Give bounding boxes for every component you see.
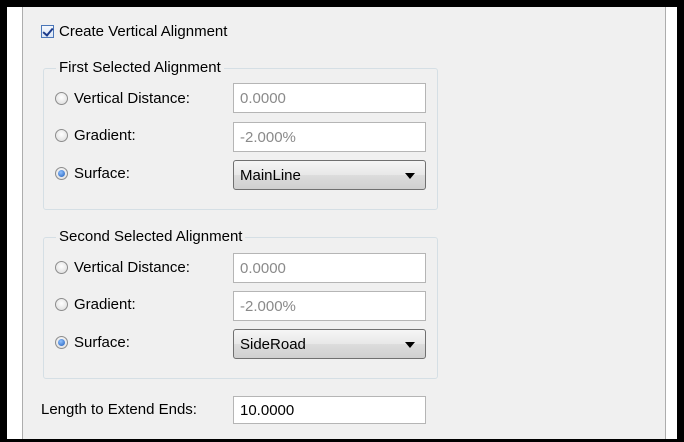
first-gradient-label: Gradient: [74, 127, 136, 144]
second-surface-label: Surface: [74, 334, 130, 351]
first-vertical-distance-label: Vertical Distance: [74, 90, 190, 107]
first-alignment-title: First Selected Alignment [56, 59, 224, 76]
second-surface-radio[interactable] [55, 336, 68, 349]
first-vertical-distance-field[interactable]: 0.0000 [233, 83, 426, 113]
create-vertical-alignment-checkbox[interactable] [41, 25, 54, 38]
second-gradient-field[interactable]: -2.000% [233, 291, 426, 321]
first-gradient-radio[interactable] [55, 129, 68, 142]
first-surface-value: MainLine [240, 167, 301, 184]
second-surface-option[interactable]: Surface: [55, 334, 130, 351]
second-surface-dropdown[interactable]: SideRoad [233, 329, 426, 359]
first-vertical-distance-option[interactable]: Vertical Distance: [55, 90, 190, 107]
first-gradient-option[interactable]: Gradient: [55, 127, 136, 144]
first-alignment-group: First Selected Alignment Vertical Distan… [43, 59, 438, 210]
first-surface-radio[interactable] [55, 167, 68, 180]
second-vertical-distance-option[interactable]: Vertical Distance: [55, 259, 190, 276]
first-gradient-field[interactable]: -2.000% [233, 122, 426, 152]
create-vertical-alignment-label: Create Vertical Alignment [59, 23, 228, 40]
first-surface-option[interactable]: Surface: [55, 165, 130, 182]
second-gradient-label: Gradient: [74, 296, 136, 313]
second-surface-value: SideRoad [240, 336, 306, 353]
first-surface-dropdown[interactable]: MainLine [233, 160, 426, 190]
vertical-scrollbar[interactable] [666, 7, 677, 439]
first-vertical-distance-radio[interactable] [55, 92, 68, 105]
second-alignment-group: Second Selected Alignment Vertical Dista… [43, 228, 438, 379]
second-vertical-distance-radio[interactable] [55, 261, 68, 274]
second-gradient-option[interactable]: Gradient: [55, 296, 136, 313]
second-alignment-title: Second Selected Alignment [56, 228, 246, 245]
second-vertical-distance-label: Vertical Distance: [74, 259, 190, 276]
first-surface-label: Surface: [74, 165, 130, 182]
extend-ends-field[interactable]: 10.0000 [233, 396, 426, 424]
chevron-down-icon [405, 173, 415, 179]
extend-ends-label: Length to Extend Ends: [41, 401, 197, 418]
second-vertical-distance-field[interactable]: 0.0000 [233, 253, 426, 283]
create-vertical-alignment-option[interactable]: Create Vertical Alignment [41, 23, 227, 40]
second-gradient-radio[interactable] [55, 298, 68, 311]
chevron-down-icon [405, 342, 415, 348]
